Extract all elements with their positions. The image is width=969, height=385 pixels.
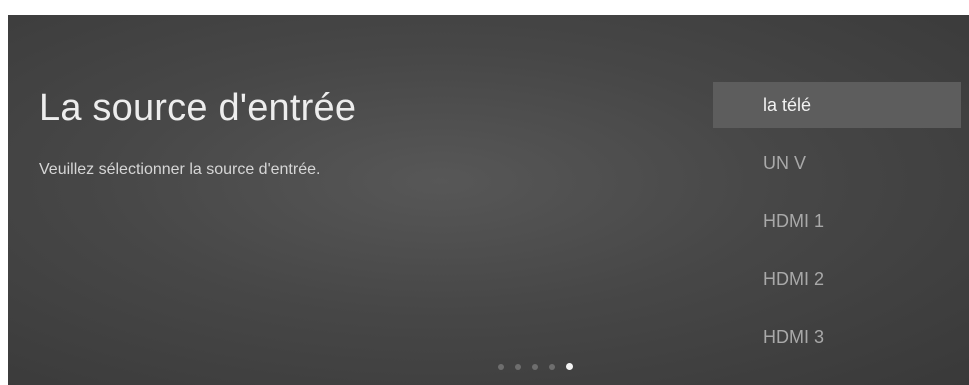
source-item-label: UN V [763,152,807,173]
source-item-label: HDMI 2 [763,268,825,289]
source-item-tv[interactable]: la télé [713,82,961,128]
input-source-list: la télé UN V HDMI 1 HDMI 2 HDMI 3 [713,82,961,372]
step-dot [498,363,504,370]
source-item-hdmi3[interactable]: HDMI 3 [713,314,961,360]
source-item-label: HDMI 3 [763,326,825,347]
source-item-hdmi2[interactable]: HDMI 2 [713,256,961,302]
source-item-label: la télé [763,94,812,115]
step-dot [532,363,538,370]
page-title: La source d'entrée [39,87,357,129]
source-item-av[interactable]: UN V [713,140,961,186]
source-item-hdmi1[interactable]: HDMI 1 [713,198,961,244]
page-subtitle: Veuillez sélectionner la source d'entrée… [39,161,321,178]
step-indicator [498,363,573,370]
step-dot [549,363,555,370]
step-dot [515,363,521,370]
tv-setup-screen: La source d'entrée Veuillez sélectionner… [8,15,969,385]
source-item-label: HDMI 1 [763,210,825,231]
step-dot-active [566,363,573,370]
